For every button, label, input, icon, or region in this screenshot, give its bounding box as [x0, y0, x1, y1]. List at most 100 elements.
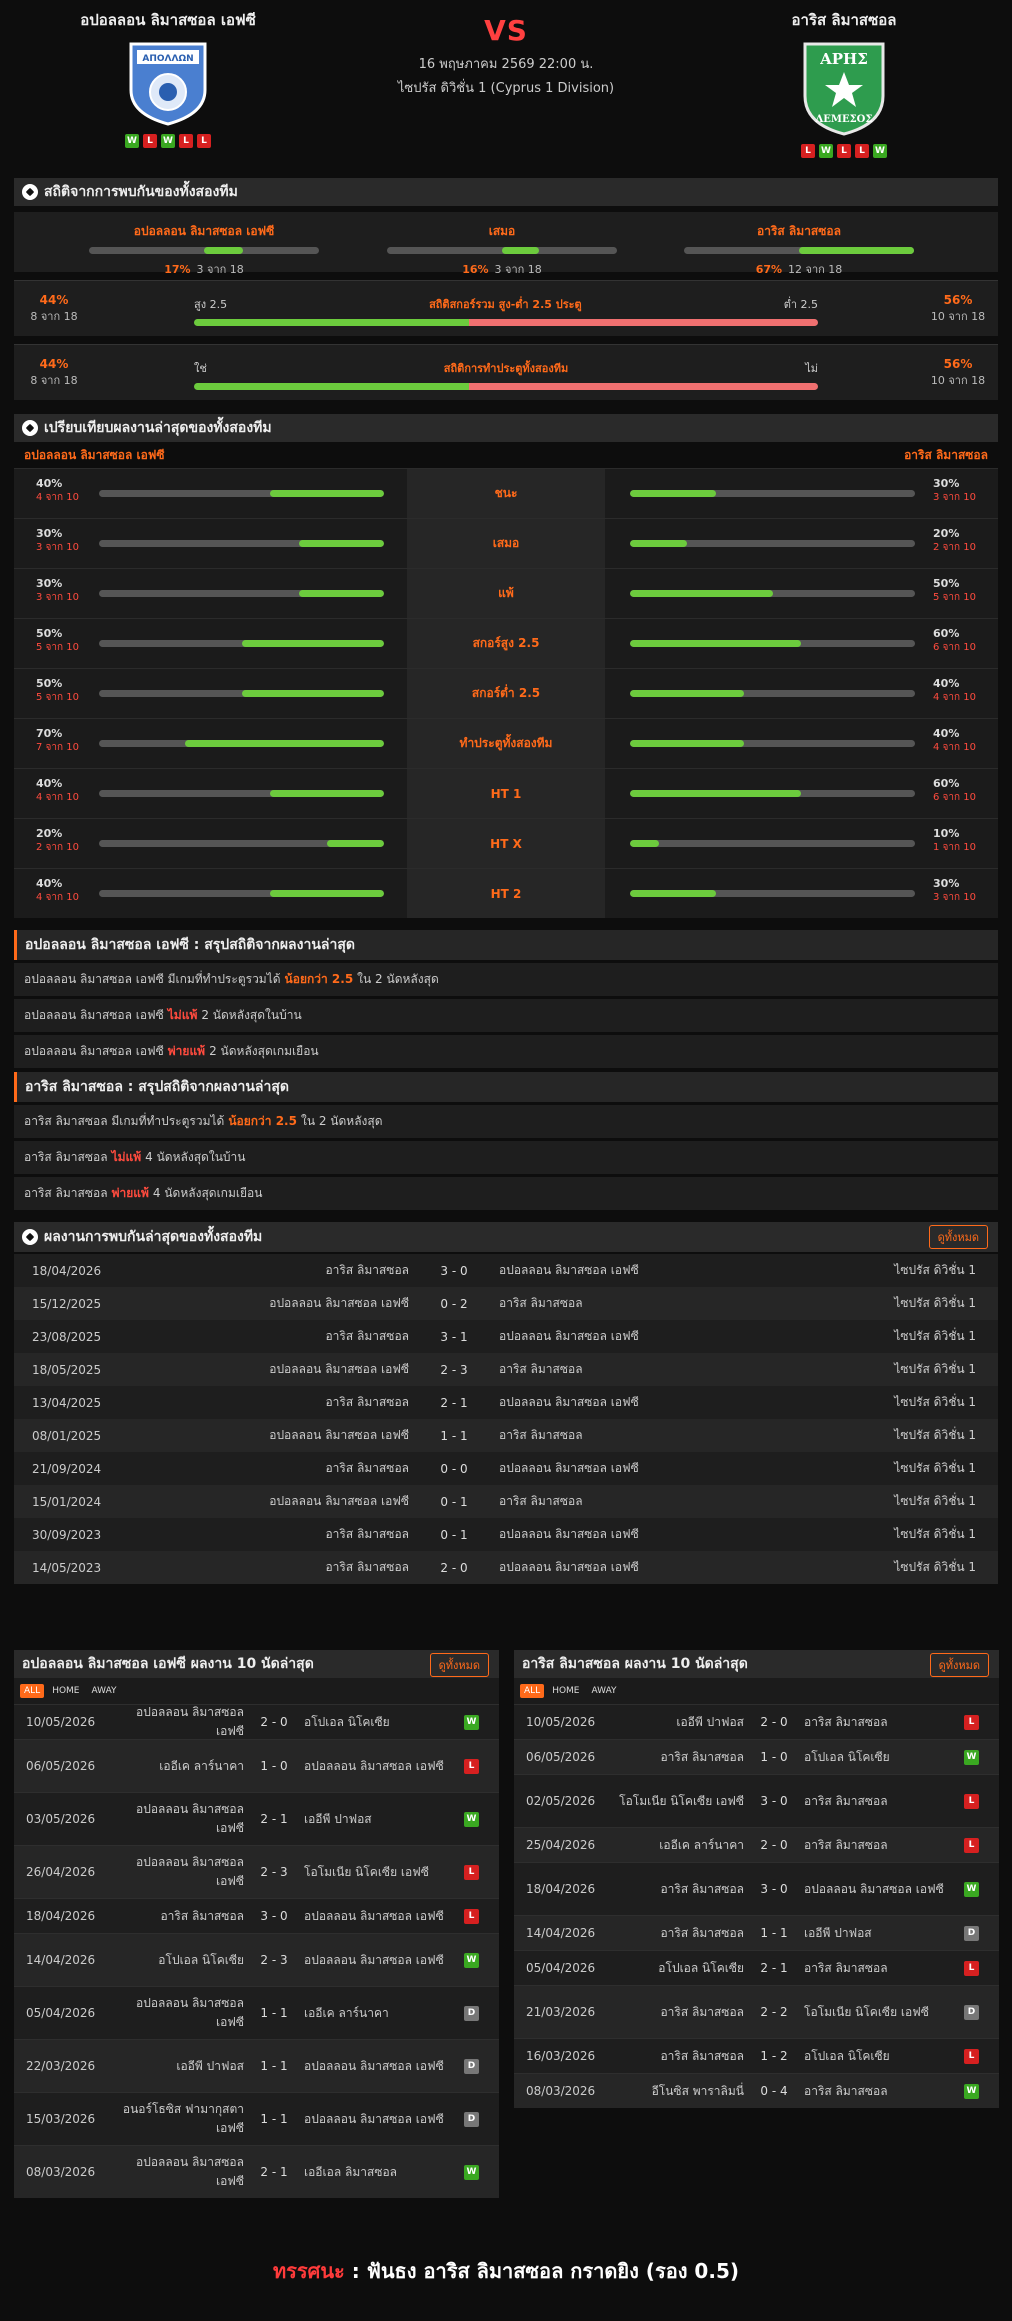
competition: ไซปรัส ดิวิชั่น 1	[894, 1527, 976, 1541]
soccer-ball-icon	[22, 1229, 38, 1245]
table-row[interactable]: 15/12/2025 อปอลลอน ลิมาสซอล เอฟซี 0 - 2 อาร…	[14, 1287, 998, 1320]
list-item[interactable]: 06/05/2026 อาริส ลิมาสซอล 1 - 0 อโปเอล นิโค…	[514, 1739, 999, 1774]
tab-away[interactable]: AWAY	[88, 1684, 121, 1698]
score: 0 - 0	[440, 1461, 468, 1476]
home-team: อปอลลอน ลิมาสซอล เอฟซี	[269, 1362, 409, 1376]
away-team-name[interactable]: อาริส ลิมาสซอล	[714, 8, 974, 32]
result-badge: L	[464, 1758, 479, 1774]
away-team: เออีพี ปาฟอส	[804, 1925, 872, 1940]
prediction-separator: :	[351, 2259, 360, 2283]
compare-away-side: 40% 4 จาก 10	[605, 669, 998, 718]
summary-suffix: 2 นัดหลังสุดในบ้าน	[201, 1008, 302, 1022]
list-item[interactable]: 02/05/2026 โอโมเนีย นิโคเซีย เอฟซี 3 - 0 อา…	[514, 1774, 999, 1827]
match-date: 15/03/2026	[26, 2112, 96, 2126]
tab-away[interactable]: AWAY	[588, 1684, 621, 1698]
home-last10-panel: อปอลลอน ลิมาสซอล เอฟซี ผลงาน 10 นัดล่าสุ…	[14, 1650, 499, 2198]
competition: ไซปรัส ดิวิชั่น 1	[894, 1329, 976, 1343]
summary-suffix: ใน 2 นัดหลังสุด	[357, 972, 439, 986]
view-all-results-button[interactable]: ดูทั้งหมด	[928, 1225, 988, 1249]
list-item[interactable]: 15/03/2026 อนอร์โธซิส ฟามากุสตา เอฟซี 1 - …	[14, 2092, 499, 2145]
table-row[interactable]: 23/08/2025 อาริส ลิมาสซอล 3 - 1 อปอลลอน ลิม…	[14, 1320, 998, 1353]
tab-home[interactable]: HOME	[548, 1684, 583, 1698]
over-label: สูง 2.5	[194, 298, 228, 311]
match-date: 18/04/2026	[26, 1909, 96, 1923]
away-last10-tabs: ALL HOME AWAY	[514, 1678, 999, 1704]
btts-no-pct: 56%	[943, 357, 973, 371]
compare-away-pct: 60%	[933, 627, 960, 640]
match-date: 16/03/2026	[526, 2049, 596, 2063]
table-row[interactable]: 18/04/2026 อาริส ลิมาสซอล 3 - 0 อปอลลอน ลิม…	[14, 1254, 998, 1287]
list-item[interactable]: 18/04/2026 อาริส ลิมาสซอล 3 - 0 อปอลลอน ลิม…	[514, 1862, 999, 1915]
score: 2 - 1	[440, 1395, 468, 1410]
score: 2 - 1	[260, 2165, 288, 2179]
score: 3 - 1	[440, 1329, 468, 1344]
away-team[interactable]: อาริส ลิมาสซอล ΑΡΗΣ ΛΕΜΕΣΟΣ LWLLW	[714, 8, 974, 158]
result-badge: W	[464, 1714, 479, 1730]
result-badge: L	[464, 1908, 479, 1924]
list-item[interactable]: 14/04/2026 อาริส ลิมาสซอล 1 - 1 เออีพี ปาฟอ…	[514, 1915, 999, 1950]
summary-highlight: พ่ายแพ้	[167, 1044, 206, 1058]
list-item[interactable]: 10/05/2026 เออีพี ปาฟอส 2 - 0 อาริส ลิมาสซอ…	[514, 1704, 999, 1739]
compare-home-bar	[99, 840, 384, 847]
score: 3 - 0	[760, 1794, 788, 1808]
compare-section-title: เปรียบเทียบผลงานล่าสุดของทั้งสองทีม	[44, 420, 272, 436]
score: 2 - 0	[760, 1715, 788, 1729]
summary-row: อปอลลอน ลิมาสซอล เอฟซี พ่ายแพ้ 2 นัดหลังสุ…	[14, 1035, 998, 1068]
score: 2 - 1	[260, 1812, 288, 1826]
over-count: 8 จาก 18	[30, 310, 78, 323]
competition: ไซปรัส ดิวิชั่น 1	[894, 1263, 976, 1277]
result-badge: L	[964, 1714, 979, 1730]
compare-home-bar	[99, 490, 384, 497]
list-item[interactable]: 21/03/2026 อาริส ลิมาสซอล 2 - 2 โอโมเนีย นิ…	[514, 1985, 999, 2038]
compare-away-bar-fill	[630, 690, 744, 697]
home-team: อปอลลอน ลิมาสซอล เอฟซี	[136, 1705, 244, 1738]
list-item[interactable]: 05/04/2026 อปอลลอน ลิมาสซอล เอฟซี 1 - 1 เออ…	[14, 1986, 499, 2039]
compare-home-pct: 40%	[36, 477, 63, 490]
away-last10-view-all-button[interactable]: ดูทั้งหมด	[929, 1653, 989, 1677]
list-item[interactable]: 16/03/2026 อาริส ลิมาสซอล 1 - 2 อโปเอล นิโค…	[514, 2038, 999, 2073]
score: 0 - 4	[760, 2084, 788, 2098]
list-item[interactable]: 03/05/2026 อปอลลอน ลิมาสซอล เอฟซี 2 - 1 เออ…	[14, 1792, 499, 1845]
match-date: 21/03/2026	[526, 2005, 596, 2019]
list-item[interactable]: 26/04/2026 อปอลลอน ลิมาสซอล เอฟซี 2 - 3 โอโ…	[14, 1845, 499, 1898]
list-item[interactable]: 05/04/2026 อโปเอล นิโคเซีย 2 - 1 อาริส ลิมา…	[514, 1950, 999, 1985]
compare-home-count: 4 จาก 10	[36, 892, 79, 903]
match-date: 21/09/2024	[32, 1461, 102, 1476]
list-item[interactable]: 22/03/2026 เออีพี ปาฟอส 1 - 1 อปอลลอน ลิมาส…	[14, 2039, 499, 2092]
table-row[interactable]: 08/01/2025 อปอลลอน ลิมาสซอล เอฟซี 1 - 1 อาร…	[14, 1419, 998, 1452]
score: 1 - 1	[440, 1428, 468, 1443]
compare-home-bar-fill	[241, 640, 384, 647]
table-row[interactable]: 18/05/2025 อปอลลอน ลิมาสซอล เอฟซี 2 - 3 อาร…	[14, 1353, 998, 1386]
list-item[interactable]: 08/03/2026 อปอลลอน ลิมาสซอล เอฟซี 2 - 1 เออ…	[14, 2145, 499, 2198]
list-item[interactable]: 10/05/2026 อปอลลอน ลิมาสซอล เอฟซี 2 - 0 อโป…	[14, 1704, 499, 1739]
list-item[interactable]: 25/04/2026 เออีเค ลาร์นาคา 2 - 0 อาริส ลิมา…	[514, 1827, 999, 1862]
tab-all[interactable]: ALL	[20, 1684, 45, 1698]
result-cell: L	[944, 1837, 999, 1853]
list-item[interactable]: 14/04/2026 อโปเอล นิโคเซีย 2 - 3 อปอลลอน ลิ…	[14, 1933, 499, 1986]
home-last10-view-all-button[interactable]: ดูทั้งหมด	[429, 1653, 489, 1677]
table-row[interactable]: 30/09/2023 อาริส ลิมาสซอล 0 - 1 อปอลลอน ลิม…	[14, 1518, 998, 1551]
score: 2 - 3	[440, 1362, 468, 1377]
result-cell: L	[444, 1758, 499, 1774]
table-row[interactable]: 15/01/2024 อปอลลอน ลิมาสซอล เอฟซี 0 - 1 อาร…	[14, 1485, 998, 1518]
match-date: 25/04/2026	[526, 1838, 596, 1852]
away-team-logo[interactable]: ΑΡΗΣ ΛΕΜΕΣΟΣ	[801, 40, 887, 136]
tab-all[interactable]: ALL	[520, 1684, 545, 1698]
compare-row: 30% 3 จาก 10 แพ้ 50% 5 จาก 10	[14, 568, 998, 618]
tab-home[interactable]: HOME	[48, 1684, 83, 1698]
away-logo-text-top: ΑΡΗΣ	[819, 50, 868, 68]
list-item[interactable]: 06/05/2026 เออีเค ลาร์นาคา 1 - 0 อปอลลอน ลิ…	[14, 1739, 499, 1792]
away-form: LWLLW	[714, 144, 974, 158]
away-team: อโปเอล นิโคเซีย	[804, 2048, 890, 2063]
table-row[interactable]: 14/05/2023 อาริส ลิมาสซอล 2 - 0 อปอลลอน ลิม…	[14, 1551, 998, 1584]
list-item[interactable]: 08/03/2026 อีโนซิส พาราลิมนี่ 0 - 4 อาริส ล…	[514, 2073, 999, 2108]
list-item[interactable]: 18/04/2026 อาริส ลิมาสซอล 3 - 0 อปอลลอน ลิม…	[14, 1898, 499, 1933]
compare-team-names: อปอลลอน ลิมาสซอล เอฟซี อาริส ลิมาสซอล	[14, 442, 998, 468]
result-cell: D	[944, 1925, 999, 1941]
match-date: 15/01/2024	[32, 1494, 102, 1509]
summary-row: อาริส ลิมาสซอล ไม่แพ้ 4 นัดหลังสุดในบ้าน	[14, 1141, 998, 1174]
away-team: อปอลลอน ลิมาสซอล เอฟซี	[304, 2111, 444, 2126]
table-row[interactable]: 21/09/2024 อาริส ลิมาสซอล 0 - 0 อปอลลอน ลิม…	[14, 1452, 998, 1485]
table-row[interactable]: 13/04/2025 อาริส ลิมาสซอล 2 - 1 อปอลลอน ลิม…	[14, 1386, 998, 1419]
form-badge: L	[801, 144, 815, 158]
